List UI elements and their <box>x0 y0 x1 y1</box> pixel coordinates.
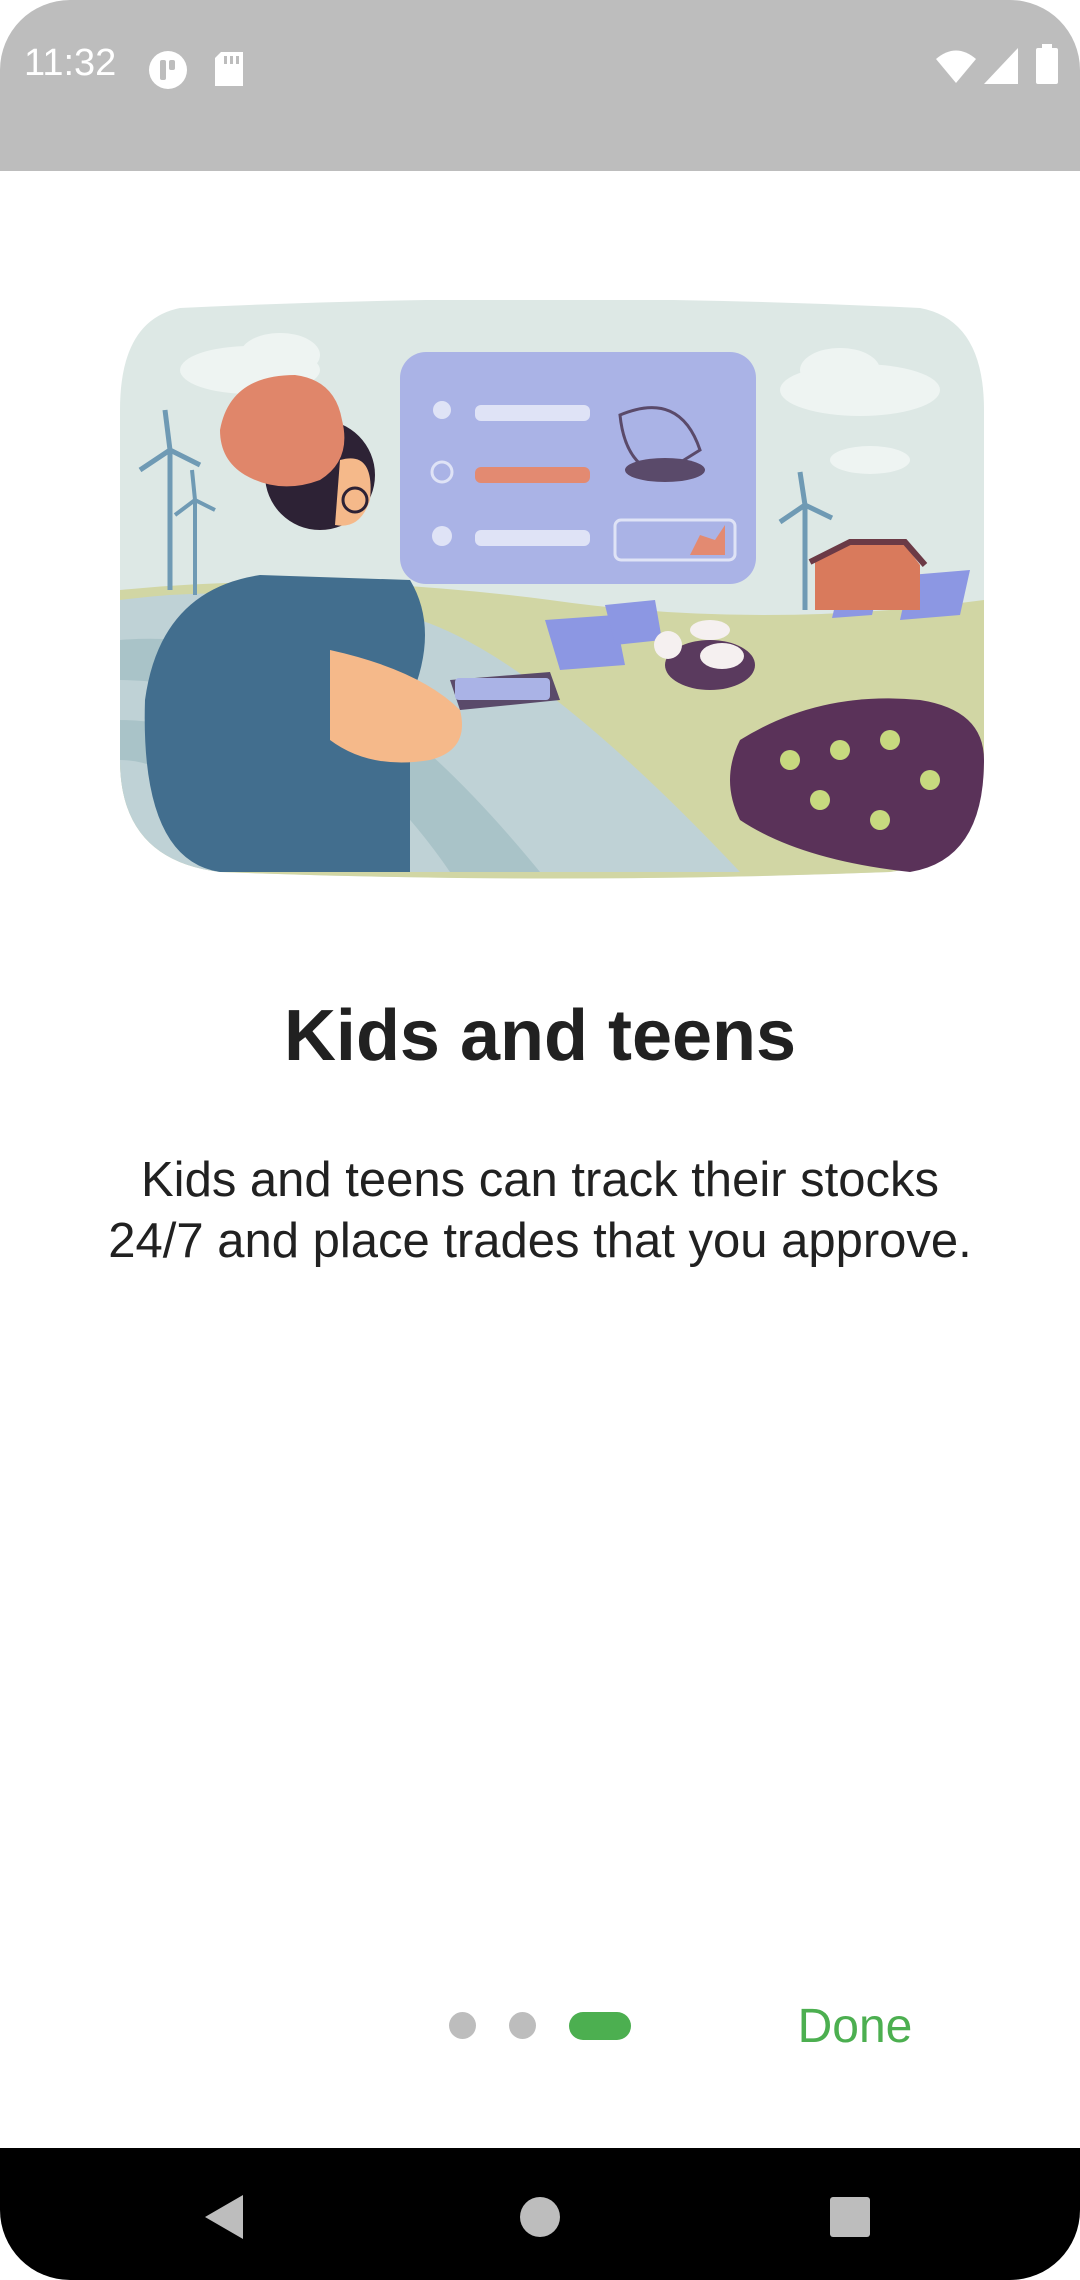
navigation-bar <box>0 2148 1080 2280</box>
status-time: 11:32 <box>24 42 117 84</box>
page-title: Kids and teens <box>283 996 797 1076</box>
battery-icon <box>1036 44 1058 89</box>
home-icon[interactable] <box>520 2197 560 2242</box>
page-indicator-dot-3-active <box>569 2012 631 2040</box>
signal-icon <box>984 48 1018 89</box>
page-indicator-dot-1 <box>449 2012 476 2039</box>
status-bar: 11:32 <box>0 0 1080 171</box>
app-notification-icon <box>148 50 188 95</box>
smart-farm-illustration <box>120 299 984 880</box>
page-indicator-dot-2 <box>509 2012 536 2039</box>
sd-card-icon <box>215 52 243 91</box>
recents-icon[interactable] <box>830 2197 870 2242</box>
back-icon[interactable] <box>205 2195 245 2244</box>
onboarding-screen: 11:32 Kids and teens Kids and teens can … <box>0 0 1080 2280</box>
page-description: Kids and teens can track their stocks 24… <box>108 1153 972 1268</box>
wifi-icon <box>936 50 976 89</box>
done-button[interactable]: Done <box>770 1992 940 2062</box>
